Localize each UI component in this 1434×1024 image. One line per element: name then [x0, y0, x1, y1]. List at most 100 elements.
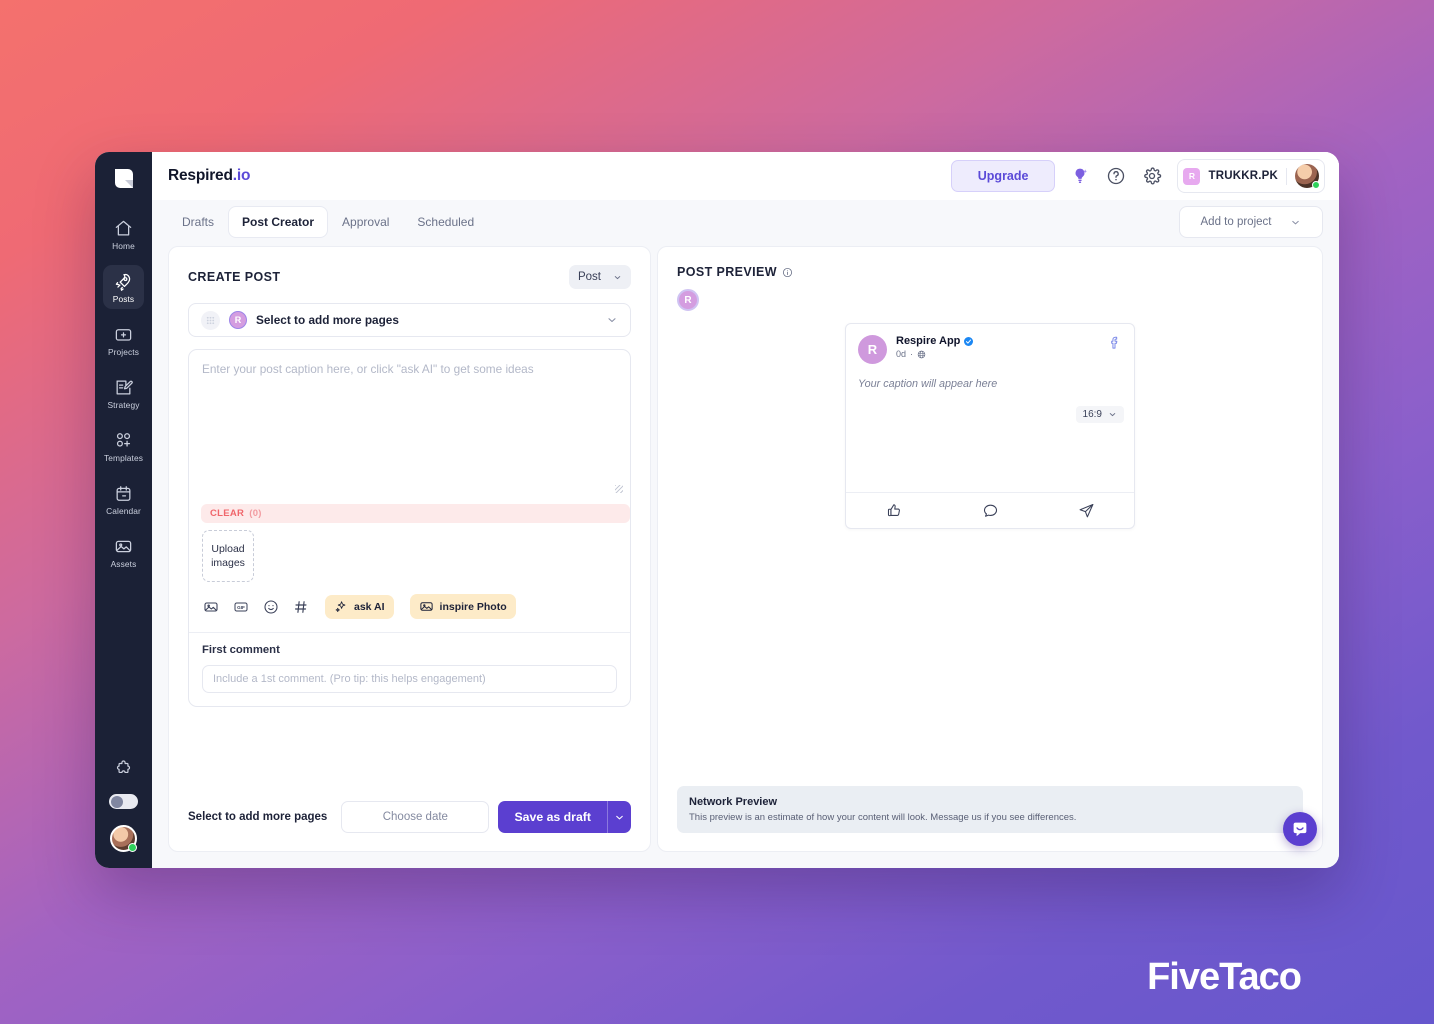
comment-icon[interactable] — [982, 502, 999, 519]
templates-add-icon — [114, 431, 133, 450]
preview-post-card: R Respire App 0d · Your caption will app… — [845, 323, 1135, 529]
sidebar-item-strategy[interactable]: Strategy — [103, 371, 144, 415]
save-options-caret[interactable] — [607, 801, 631, 833]
post-type-dropdown[interactable]: Post — [568, 265, 631, 289]
intercom-chat-icon[interactable] — [1283, 812, 1317, 846]
clear-count: (0) — [249, 508, 262, 519]
app-logo-icon[interactable] — [109, 164, 139, 194]
network-preview-banner: Network Preview This preview is an estim… — [677, 786, 1303, 833]
image-icon[interactable] — [202, 598, 219, 615]
online-status-dot — [1312, 181, 1320, 189]
tab-post-creator[interactable]: Post Creator — [228, 206, 329, 238]
inspire-photo-button[interactable]: inspire Photo — [409, 594, 516, 619]
create-post-header: CREATE POST Post — [188, 265, 631, 289]
page-selector[interactable]: R Select to add more pages — [188, 303, 631, 337]
upgrade-button[interactable]: Upgrade — [950, 160, 1056, 192]
preview-card-actions — [846, 492, 1134, 528]
preview-page-meta: Respire App 0d · — [896, 335, 974, 359]
gear-icon[interactable] — [1141, 165, 1163, 187]
ask-ai-label: ask AI — [354, 600, 385, 613]
preview-caption-placeholder: Your caption will appear here — [858, 378, 998, 390]
sidebar-label-calendar: Calendar — [106, 506, 141, 516]
preview-page-name: Respire App — [896, 335, 961, 347]
meta-separator: · — [910, 349, 914, 359]
post-composer: Enter your post caption here, or click "… — [188, 349, 631, 707]
add-to-project-label: Add to project — [1200, 216, 1272, 228]
tab-bar: Drafts Post Creator Approval Scheduled A… — [152, 200, 1339, 238]
user-account-chip[interactable]: R TRUKKR.PK — [1177, 159, 1325, 193]
sidebar-label-home: Home — [112, 241, 135, 251]
aspect-ratio-dropdown[interactable]: 16:9 — [1075, 406, 1124, 423]
home-icon — [114, 219, 133, 238]
sidebar-item-assets[interactable]: Assets — [103, 530, 144, 574]
sidebar: Home Posts Projects Strategy Templates C… — [95, 152, 152, 868]
chevron-down-icon — [606, 314, 618, 326]
chevron-down-icon — [613, 273, 622, 282]
sidebar-bottom — [109, 759, 138, 868]
network-preview-title: Network Preview — [689, 796, 778, 808]
first-comment-input[interactable] — [202, 665, 617, 693]
composer-footer: Select to add more pages Choose date Sav… — [188, 783, 631, 833]
clear-media-button[interactable]: CLEAR (0) — [201, 504, 630, 523]
post-type-value: Post — [577, 271, 601, 283]
sidebar-item-home[interactable]: Home — [103, 212, 144, 256]
photo-inspire-icon — [419, 599, 434, 614]
calendar-icon — [114, 484, 133, 503]
online-status-dot — [128, 843, 137, 852]
topbar: Respired.io Upgrade R TRUKKR.PK — [152, 152, 1339, 200]
sidebar-item-posts[interactable]: Posts — [103, 265, 144, 309]
help-circle-icon[interactable] — [1105, 165, 1127, 187]
user-initial-badge: R — [1183, 167, 1201, 185]
hashtag-icon[interactable] — [292, 598, 309, 615]
footer-pages-label: Select to add more pages — [188, 811, 328, 823]
save-as-draft-button[interactable]: Save as draft — [498, 801, 607, 833]
preview-card-body: Your caption will appear here 16:9 — [846, 364, 1134, 474]
page-title: CREATE POST — [188, 270, 281, 284]
chevron-down-icon — [1108, 410, 1117, 419]
info-icon[interactable] — [782, 267, 793, 278]
brand-title: Respired.io — [168, 167, 250, 185]
sidebar-label-templates: Templates — [103, 453, 144, 463]
preview-account-avatar[interactable]: R — [677, 289, 699, 311]
main-area: Respired.io Upgrade R TRUKKR.PK Drafts P… — [152, 152, 1339, 868]
avatar[interactable] — [1295, 164, 1320, 189]
preview-page-avatar: R — [858, 335, 887, 364]
fivetaco-watermark: FiveTaco — [1147, 956, 1302, 998]
emoji-icon[interactable] — [262, 598, 279, 615]
tab-drafts[interactable]: Drafts — [168, 206, 228, 238]
sidebar-item-projects[interactable]: Projects — [103, 318, 144, 362]
add-to-project-dropdown[interactable]: Add to project — [1179, 206, 1323, 238]
sparkles-icon — [334, 600, 348, 614]
sidebar-label-strategy: Strategy — [107, 400, 140, 410]
gif-icon[interactable]: GIF — [232, 598, 249, 615]
sidebar-user-avatar[interactable] — [110, 825, 137, 852]
tab-scheduled[interactable]: Scheduled — [403, 206, 488, 238]
upload-images-button[interactable]: Upload images — [202, 530, 254, 582]
theme-toggle[interactable] — [109, 794, 138, 809]
tab-approval[interactable]: Approval — [328, 206, 403, 238]
caption-input[interactable]: Enter your post caption here, or click "… — [189, 350, 630, 498]
share-icon[interactable] — [1078, 502, 1095, 519]
chevron-down-icon — [1290, 217, 1301, 228]
sidebar-item-templates[interactable]: Templates — [103, 424, 144, 468]
grid-dots-icon — [201, 310, 220, 330]
lightbulb-icon[interactable] — [1069, 165, 1091, 187]
caption-placeholder: Enter your post caption here, or click "… — [202, 362, 534, 376]
composer-toolbar: GIF ask AI inspire Photo — [189, 582, 630, 632]
brand-name: Respired — [168, 167, 233, 184]
network-preview-text: This preview is an estimate of how your … — [689, 812, 1077, 823]
save-button-group: Save as draft — [498, 801, 631, 833]
globe-icon — [917, 350, 926, 359]
choose-date-button[interactable]: Choose date — [341, 801, 490, 833]
puzzle-icon[interactable] — [114, 759, 133, 778]
preview-page-name-row: Respire App — [896, 335, 974, 347]
sidebar-label-projects: Projects — [107, 347, 140, 357]
like-icon[interactable] — [886, 502, 903, 519]
sidebar-item-calendar[interactable]: Calendar — [103, 477, 144, 521]
ask-ai-button[interactable]: ask AI — [325, 594, 394, 619]
topbar-actions: Upgrade R TRUKKR.PK — [950, 159, 1325, 193]
resize-handle[interactable] — [615, 485, 623, 493]
preview-header: POST PREVIEW — [677, 265, 1303, 279]
preview-title: POST PREVIEW — [677, 265, 777, 279]
aspect-ratio-value: 16:9 — [1082, 409, 1102, 420]
